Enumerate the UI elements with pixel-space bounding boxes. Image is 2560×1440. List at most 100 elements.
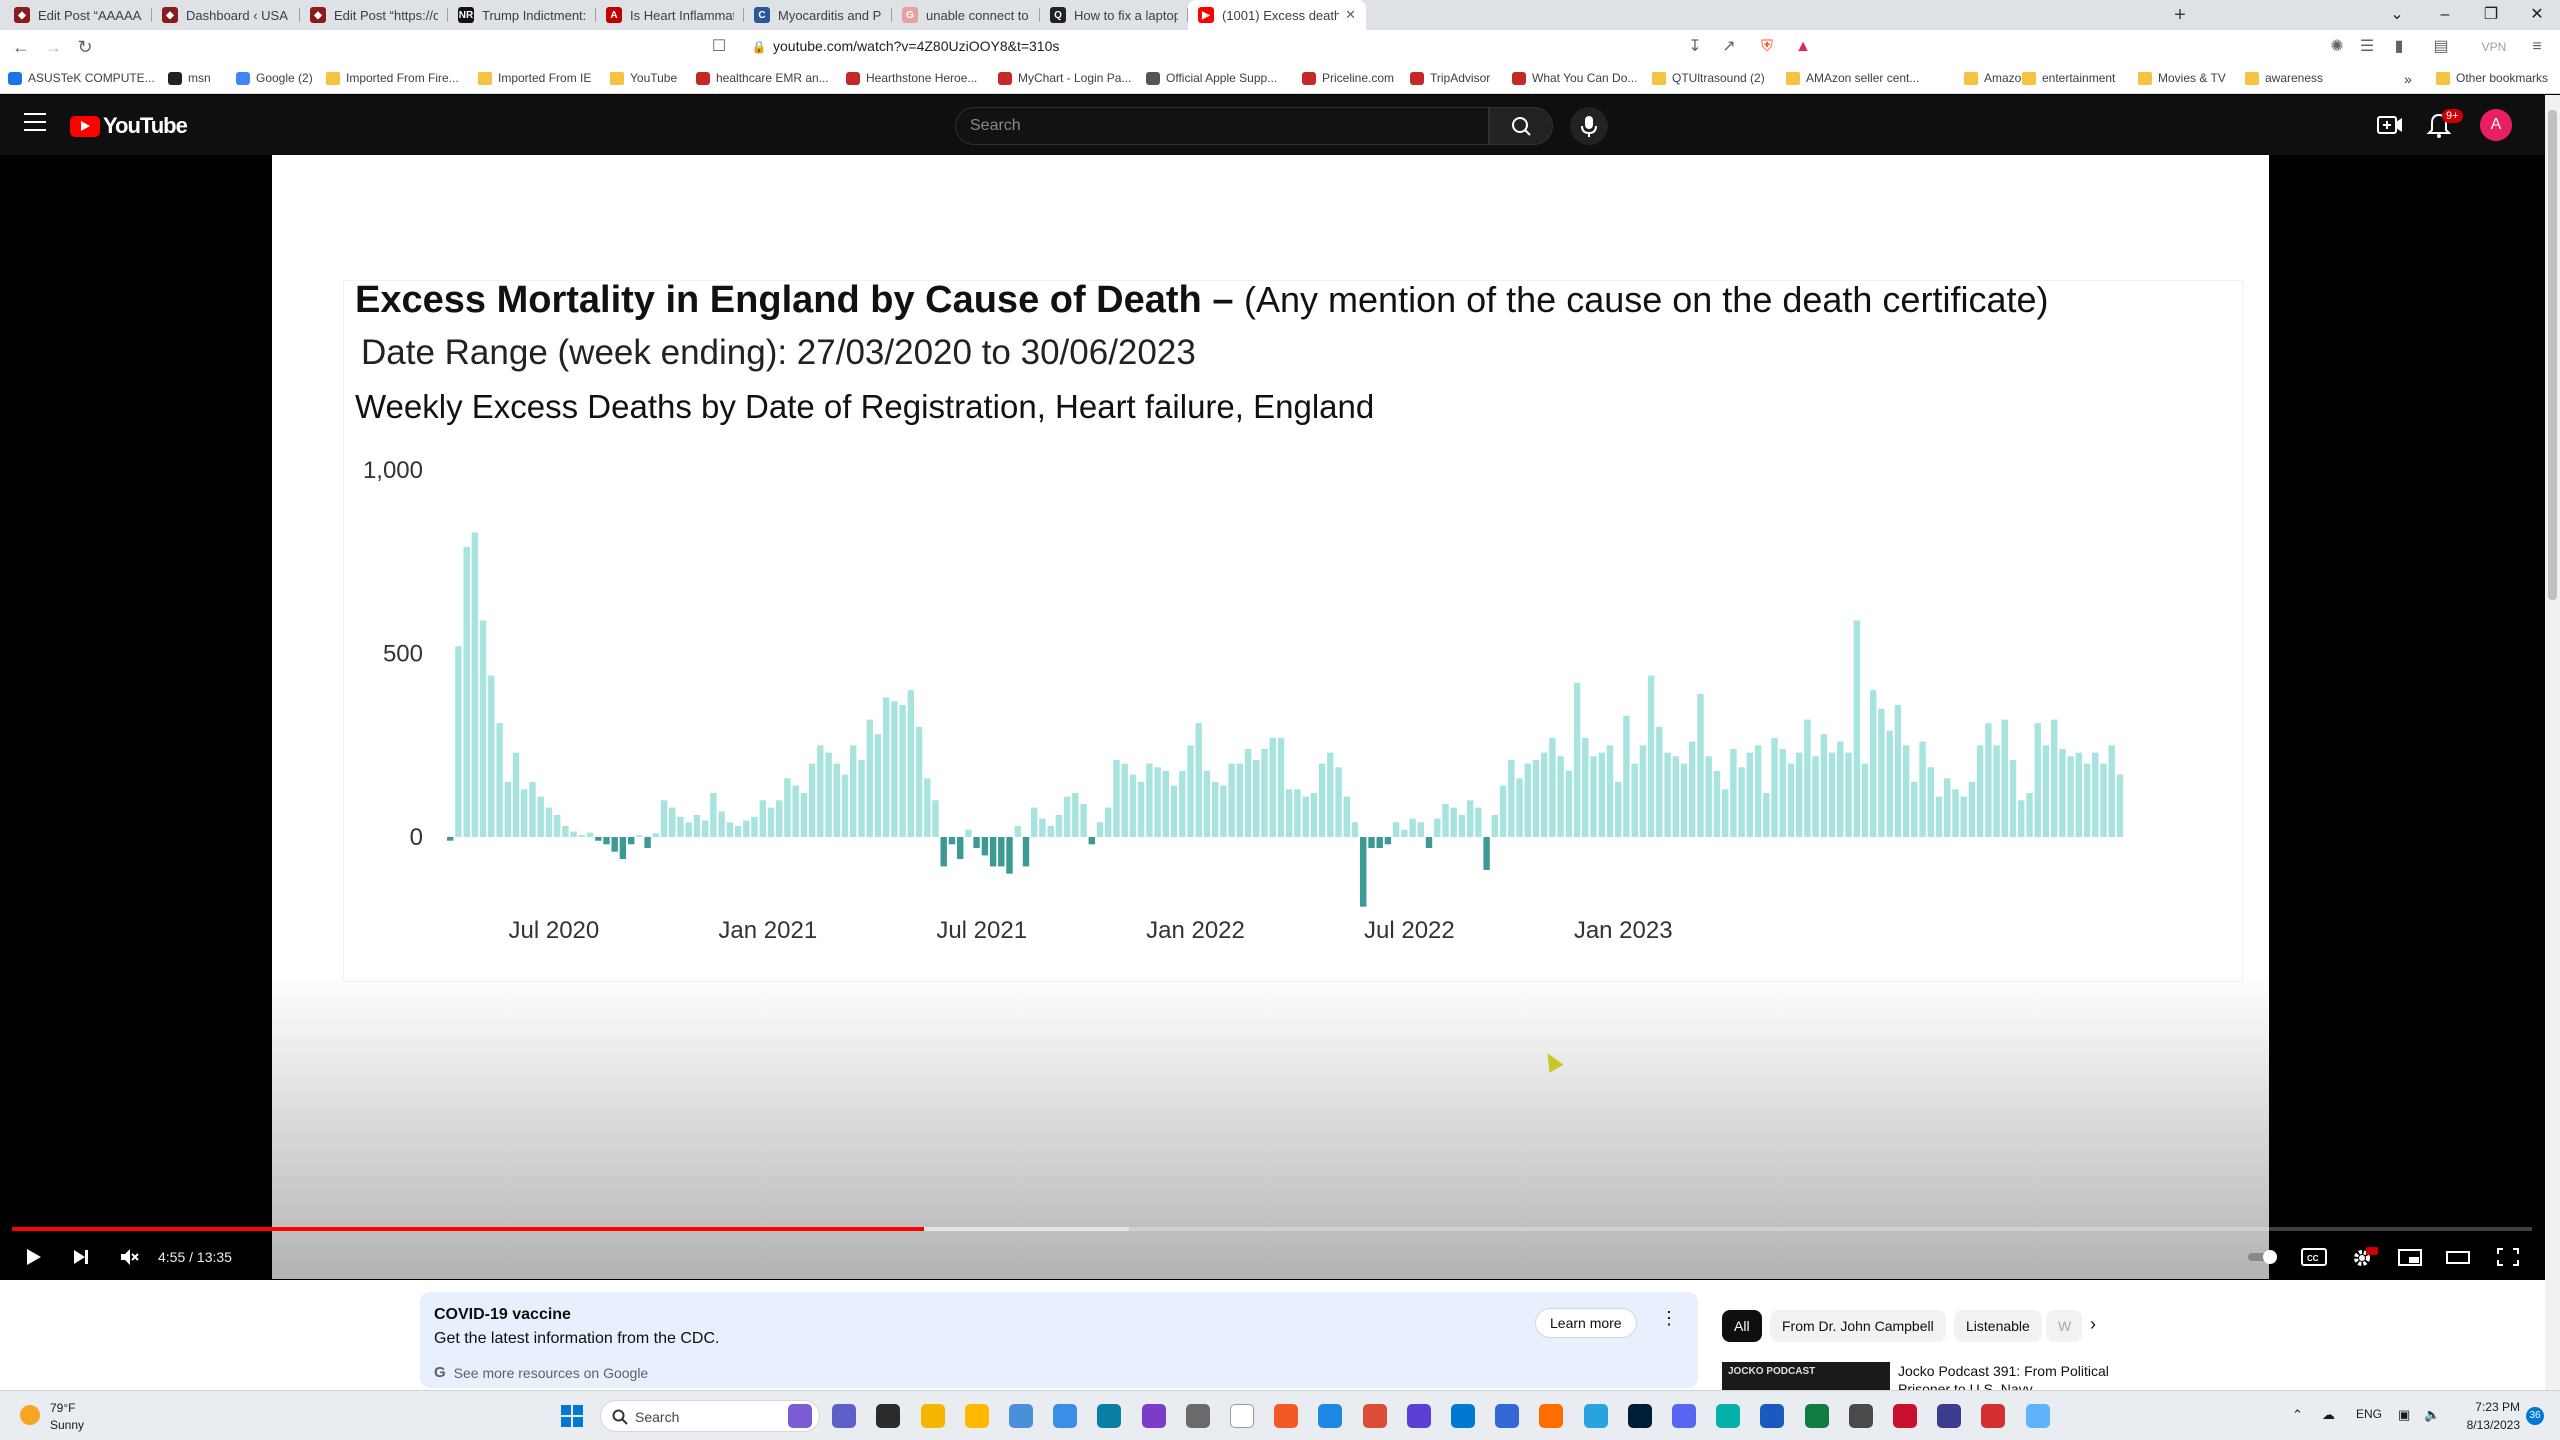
avatar[interactable]: A <box>2480 109 2512 141</box>
share-icon[interactable]: ↗ <box>1718 36 1740 58</box>
taskbar-app-icon[interactable] <box>788 1404 812 1428</box>
chip-next-chevron-icon[interactable]: › <box>2090 1314 2096 1335</box>
forward-icon[interactable]: → <box>40 34 66 60</box>
close-window-button[interactable]: ✕ <box>2514 0 2560 30</box>
taskbar-app-icon[interactable] <box>1539 1404 1564 1428</box>
bookmark-item[interactable]: MyChart - Login Pa... <box>998 71 1131 85</box>
browser-tab[interactable]: Gunable connect to laptop across netw <box>892 0 1040 30</box>
voice-search-button[interactable] <box>1570 107 1608 145</box>
captions-button[interactable]: CC <box>2300 1246 2328 1268</box>
taskbar-app-icon[interactable] <box>1848 1404 1873 1428</box>
bookmark-item[interactable]: Movies & TV <box>2138 71 2226 85</box>
recommendation-thumbnail[interactable]: JOCKO PODCAST <box>1722 1362 1890 1390</box>
miniplayer-button[interactable] <box>2396 1246 2424 1268</box>
bookmark-item[interactable]: entertainment <box>2022 71 2115 85</box>
bookmark-item[interactable]: Hearthstone Heroe... <box>846 71 977 85</box>
taskbar-app-icon[interactable] <box>1716 1404 1741 1428</box>
see-more-resources-link[interactable]: G See more resources on Google <box>434 1364 648 1381</box>
network-icon[interactable]: ▣ <box>2398 1407 2410 1423</box>
taskbar-search[interactable]: Search <box>600 1400 820 1432</box>
taskbar-app-icon[interactable] <box>920 1404 945 1428</box>
taskbar-app-icon[interactable] <box>832 1404 857 1428</box>
volume-icon[interactable]: 🔈 <box>2424 1407 2440 1423</box>
menu-icon[interactable] <box>24 113 46 131</box>
taskbar-app-icon[interactable] <box>1937 1404 1962 1428</box>
mute-button[interactable] <box>116 1246 142 1268</box>
bookmark-icon[interactable]: ☐ <box>708 36 730 58</box>
tray-overflow-icon[interactable]: ⌃ <box>2292 1407 2303 1423</box>
brave-rewards-icon[interactable]: ▲ <box>1792 36 1814 58</box>
browser-tab[interactable]: ◆ Edit Post “AAAAAA—links” ‹ USA Cit <box>4 0 152 30</box>
url-field[interactable]: youtube.com/watch?v=4Z80UziOOY8&t=310s <box>773 38 1059 54</box>
bookmark-item[interactable]: QTUltrasound (2) <box>1652 71 1765 85</box>
bookmark-item[interactable]: AMAzon seller cent... <box>1786 71 1919 85</box>
taskbar-app-icon[interactable] <box>1362 1404 1387 1428</box>
search-button[interactable] <box>1489 107 1553 145</box>
taskbar-app-icon[interactable] <box>876 1404 901 1428</box>
search-input[interactable] <box>956 108 1488 144</box>
more-bookmarks-icon[interactable]: » <box>2404 71 2412 87</box>
play-button[interactable] <box>20 1246 46 1268</box>
back-icon[interactable]: ← <box>8 34 34 60</box>
learn-more-button[interactable]: Learn more <box>1535 1308 1637 1338</box>
bookmark-item[interactable]: TripAdvisor <box>1410 71 1490 85</box>
more-options-icon[interactable]: ⋮ <box>1660 1308 1678 1329</box>
new-tab-button[interactable]: + <box>2168 3 2192 27</box>
taskbar-app-icon[interactable] <box>1451 1404 1475 1428</box>
tab-search-icon[interactable]: ⌄ <box>2374 0 2420 30</box>
taskbar-app-icon[interactable] <box>1893 1404 1917 1428</box>
brave-shield-icon[interactable]: ⛨ <box>1756 36 1778 58</box>
progress-bar[interactable] <box>12 1227 2532 1231</box>
bookmark-item[interactable]: What You Can Do... <box>1512 71 1637 85</box>
theater-mode-button[interactable] <box>2444 1246 2472 1268</box>
sun-icon[interactable] <box>20 1405 40 1425</box>
scrollbar-thumb[interactable] <box>2548 110 2557 600</box>
notification-center-badge[interactable]: 36 <box>2526 1407 2544 1425</box>
taskbar-app-icon[interactable] <box>1804 1404 1829 1428</box>
playlist-icon[interactable]: ☰ <box>2356 36 2378 58</box>
bookmark-item[interactable]: Imported From Fire... <box>326 71 459 85</box>
bookmark-item[interactable]: Official Apple Supp... <box>1146 71 1277 85</box>
chip-all[interactable]: All <box>1722 1310 1762 1342</box>
bookmark-other[interactable]: Other bookmarks <box>2436 71 2548 85</box>
install-icon[interactable]: ↧ <box>1684 36 1706 58</box>
taskbar-app-icon[interactable] <box>1141 1404 1166 1428</box>
bookmark-item[interactable]: ASUSTeK COMPUTE... <box>8 71 155 85</box>
menu-icon[interactable]: ≡ <box>2526 36 2548 58</box>
browser-tab[interactable]: C Myocarditis and Pericarditis After mR <box>744 0 892 30</box>
browser-tab[interactable]: A Is Heart Inflammation a Hurdle to Vac <box>596 0 744 30</box>
autoplay-toggle[interactable] <box>2246 1246 2280 1268</box>
bookmark-item[interactable]: Imported From IE <box>478 71 591 85</box>
taskbar-app-icon[interactable] <box>1981 1404 2006 1428</box>
settings-button[interactable] <box>2350 1246 2378 1268</box>
chip-listenable[interactable]: Listenable <box>1954 1310 2042 1342</box>
bookmark-item[interactable]: Google (2) <box>236 71 313 85</box>
browser-tab[interactable]: Q How to fix a laptop that won't connec <box>1040 0 1188 30</box>
taskbar-app-icon[interactable] <box>1185 1404 1210 1428</box>
minimize-button[interactable]: – <box>2422 0 2468 30</box>
browser-tab[interactable]: ▶ (1001) Excess deaths persist - YouT✕ <box>1188 0 1366 30</box>
chip-from-channel[interactable]: From Dr. John Campbell <box>1770 1310 1946 1342</box>
next-button[interactable] <box>68 1246 94 1268</box>
language-indicator[interactable]: ENG <box>2356 1407 2382 1421</box>
taskbar-app-icon[interactable] <box>1583 1404 1608 1428</box>
bookmark-item[interactable]: healthcare EMR an... <box>696 71 829 85</box>
onedrive-icon[interactable]: ☁ <box>2322 1407 2335 1423</box>
reload-icon[interactable]: ↻ <box>72 34 98 60</box>
browser-tab[interactable]: ◆ Dashboard ‹ USA Citizens Network — <box>152 0 300 30</box>
browser-tab[interactable]: NR Trump Indictment: Bill Barr Says Donal <box>448 0 596 30</box>
create-video-icon[interactable] <box>2376 112 2404 138</box>
chip-more[interactable]: W <box>2046 1310 2082 1342</box>
youtube-logo[interactable]: YouTube <box>70 113 188 139</box>
taskbar-app-icon[interactable] <box>1097 1404 1122 1428</box>
taskbar-app-icon[interactable] <box>2025 1404 2050 1428</box>
search-box[interactable] <box>955 107 1489 145</box>
taskbar-app-icon[interactable] <box>1627 1404 1652 1428</box>
taskbar-app-icon[interactable] <box>1009 1404 1033 1428</box>
vpn-button[interactable]: VPN <box>2470 36 2518 58</box>
bookmark-item[interactable]: YouTube <box>610 71 677 85</box>
fullscreen-button[interactable] <box>2494 1246 2522 1268</box>
sidebar-icon[interactable]: ▮ <box>2388 36 2410 58</box>
weather-temperature[interactable]: 79°F <box>50 1401 75 1415</box>
weather-condition[interactable]: Sunny <box>50 1418 84 1432</box>
